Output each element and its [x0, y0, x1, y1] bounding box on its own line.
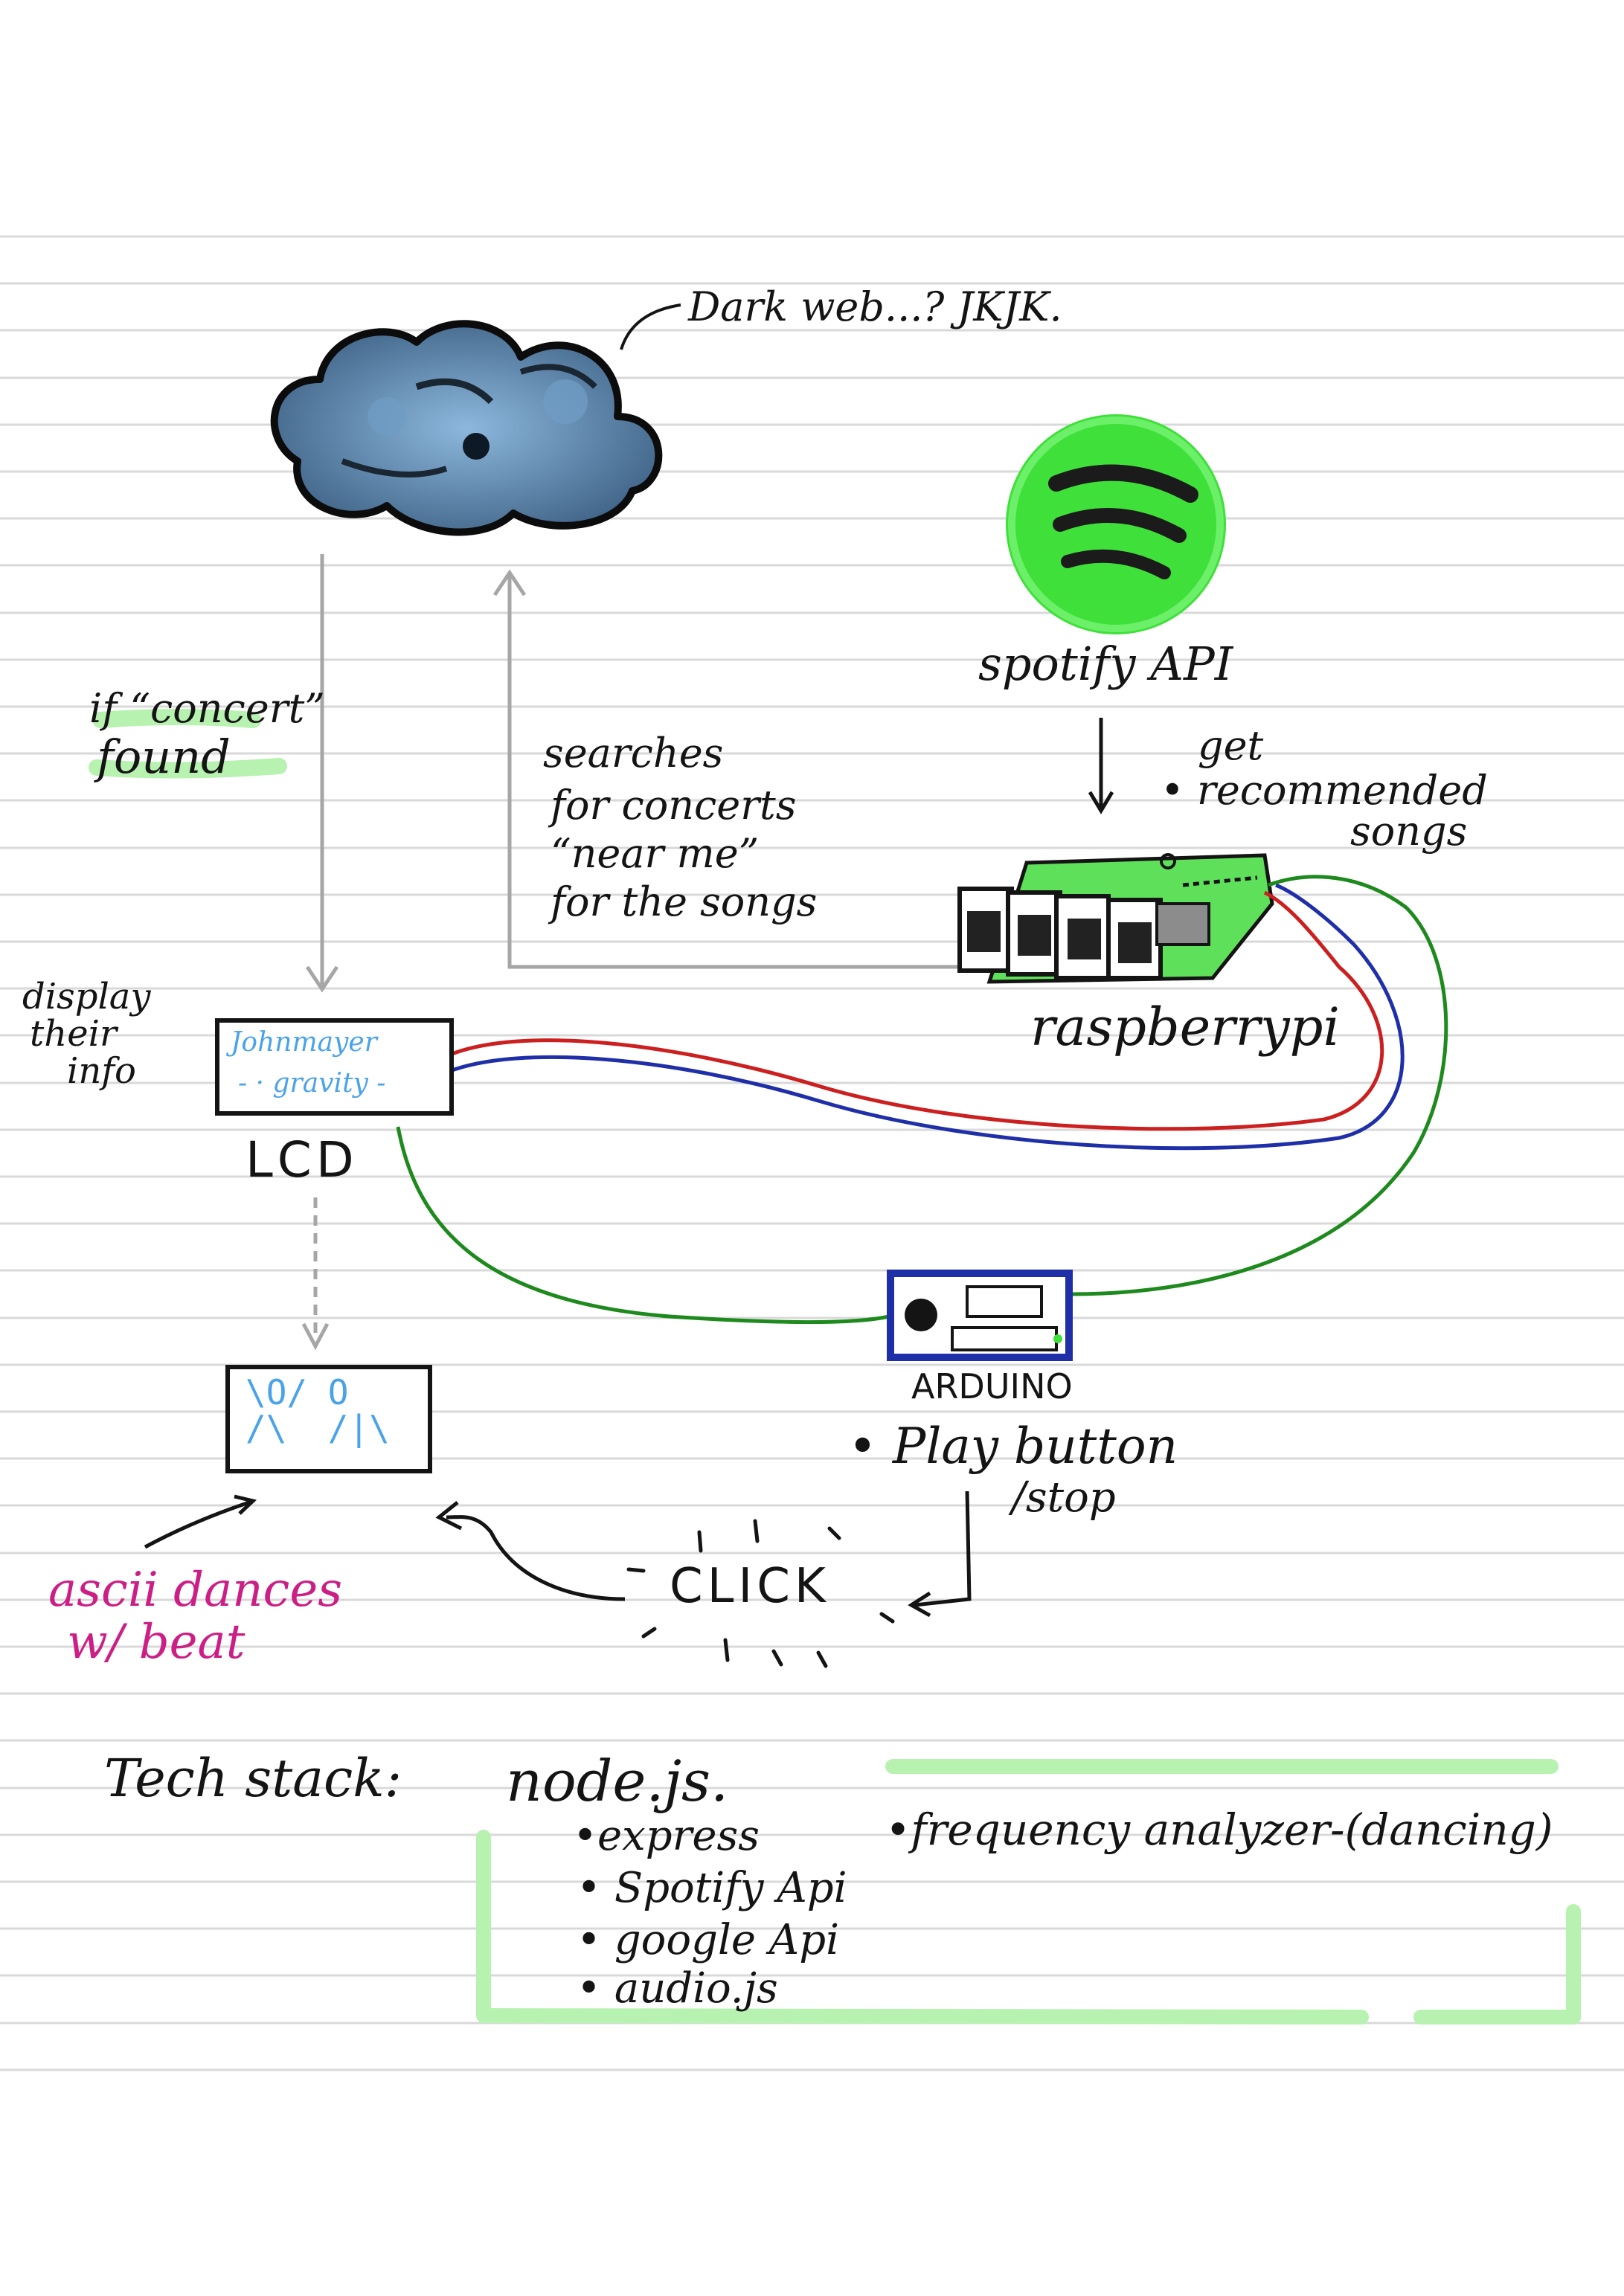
searches-line1: searches — [543, 730, 724, 776]
arrow-down-to-lcd — [305, 554, 339, 993]
cloud-caption: Dark web...? JKJK. — [688, 283, 1062, 330]
tech-stack-item: • Spotify Api — [577, 1864, 847, 1912]
songs-label: songs — [1350, 808, 1468, 855]
searches-line4: for the songs — [551, 878, 818, 925]
ascii-figures: \O/ O /\ /|\ — [245, 1372, 390, 1449]
display-info-line1: display — [22, 976, 151, 1017]
arrow-ascii-note — [144, 1494, 257, 1549]
arduino-label: ARDUINO — [911, 1366, 1073, 1406]
tech-stack-item: •express — [573, 1812, 760, 1860]
arrow-click-to-screen — [435, 1501, 626, 1601]
arrow-spotify-to-pi — [1088, 718, 1114, 814]
frequency-analyzer-label: •frequency analyzer-(dancing) — [885, 1804, 1553, 1855]
concert-found-line1: if “concert” — [89, 685, 325, 732]
display-info-line3: info — [67, 1050, 136, 1092]
raspberry-pi-board-icon — [957, 853, 1274, 984]
tech-stack-main: node.js. — [506, 1748, 729, 1814]
spotify-api-label: spotify API — [978, 637, 1233, 691]
ascii-dances-line1: ascii dances — [48, 1563, 343, 1618]
arrow-button-to-click — [908, 1491, 972, 1618]
arduino-board-icon — [887, 1270, 1073, 1361]
raspberry-pi-label: raspberrypi — [1030, 997, 1340, 1058]
tech-stack-item: • google Api — [577, 1916, 840, 1964]
click-label: CLICK — [670, 1559, 830, 1614]
tech-stack-item: • audio.js — [577, 1964, 778, 2013]
play-button-label: • Play button — [848, 1418, 1178, 1475]
ascii-dances-line2: w/ beat — [67, 1615, 245, 1670]
tech-stack-label: Tech stack: — [104, 1748, 402, 1809]
searches-line2: for concerts — [551, 782, 797, 829]
stop-label: /stop — [1012, 1473, 1116, 1522]
display-info-line2: their — [30, 1013, 117, 1055]
notebook-page: Dark web...? JKJK. spotify API get • rec… — [0, 0, 1624, 2296]
lcd-label: LCD — [245, 1131, 359, 1189]
get-label: get — [1198, 722, 1264, 769]
arrow-lcd-to-screen — [301, 1197, 330, 1351]
concert-found-line2: found — [97, 730, 231, 784]
lcd-screen-line2: - · gravity - — [238, 1068, 386, 1099]
spotify-logo-icon — [1006, 414, 1226, 634]
recommended-label: • recommended — [1161, 767, 1488, 814]
cloud-icon — [270, 320, 663, 536]
searches-line3: “near me” — [551, 830, 760, 877]
lcd-screen-line1: Johnmayer — [231, 1027, 377, 1058]
wires — [396, 875, 1448, 1324]
